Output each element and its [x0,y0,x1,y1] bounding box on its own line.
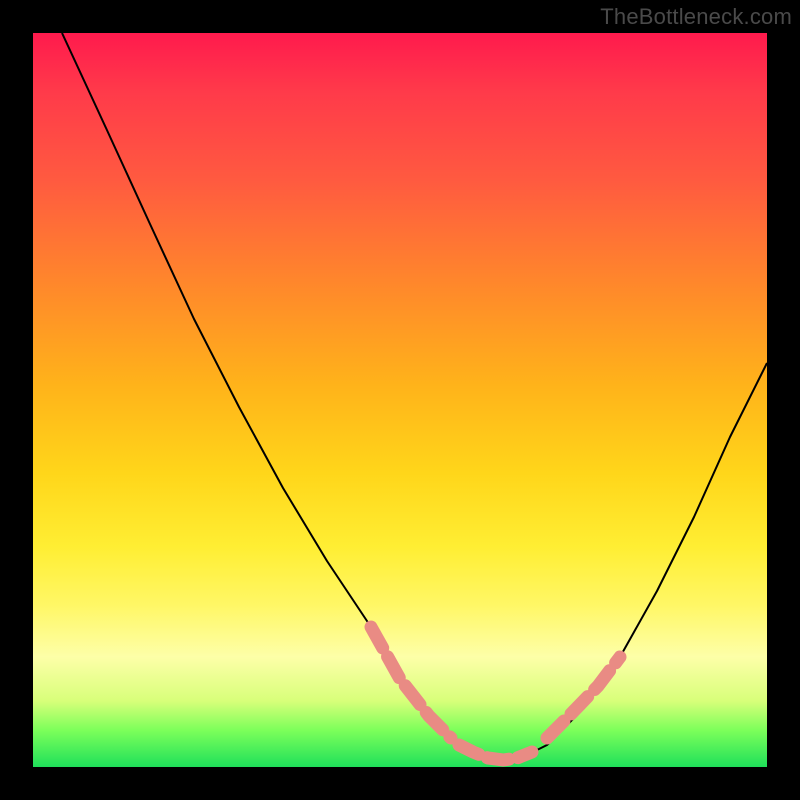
chart-frame: TheBottleneck.com [0,0,800,800]
bottleneck-curve [33,33,767,767]
highlight-bottom [459,745,532,760]
watermark-text: TheBottleneck.com [600,4,792,30]
highlight-left [371,627,451,738]
highlight-right [547,657,620,738]
curve-path [62,33,767,760]
plot-area [33,33,767,767]
